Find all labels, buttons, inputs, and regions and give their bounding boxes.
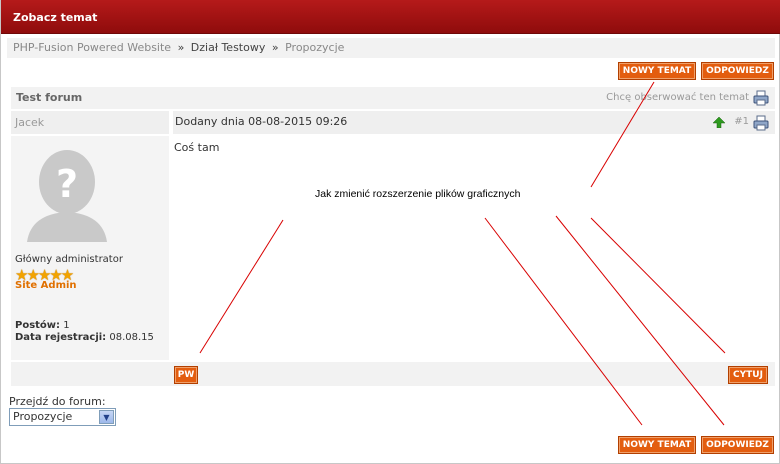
user-role: Site Admin (15, 280, 77, 291)
user-info-panel: ? Główny administrator ★★★★★ Site Admin … (11, 136, 169, 360)
reply-button-bottom[interactable]: ODPOWIEDZ (701, 436, 774, 454)
jump-selected-value: Propozycje (13, 410, 73, 423)
post-date: Dodany dnia 08-08-2015 09:26 (175, 115, 348, 128)
watch-topic-link[interactable]: Chcę obserwować ten temat (606, 92, 749, 103)
post-author[interactable]: Jacek (15, 116, 44, 129)
breadcrumb-forum[interactable]: Propozycje (285, 41, 344, 54)
join-date-label: Data rejestracji: (15, 332, 107, 343)
join-date: Data rejestracji: 08.08.15 (15, 332, 154, 343)
printer-icon[interactable] (753, 90, 769, 109)
jump-to-forum-label: Przejdź do forum: (9, 395, 106, 408)
post-count-value: 1 (63, 320, 70, 331)
new-topic-button-top[interactable]: NOWY TEMAT (618, 62, 696, 80)
svg-text:?: ? (56, 162, 78, 206)
user-rank: Główny administrator (15, 254, 123, 265)
private-message-button[interactable]: PW (174, 366, 198, 384)
quote-button[interactable]: CYTUJ (728, 366, 768, 384)
page-title: Zobacz temat (13, 11, 98, 24)
post-body: Coś tam (171, 136, 775, 360)
post-footer (11, 362, 775, 386)
post-content: Coś tam (174, 141, 220, 154)
annotation-text: Jak zmienić rozszerzenie plików graficzn… (315, 188, 521, 200)
post-count-label: Postów: (15, 320, 61, 331)
arrow-up-icon[interactable] (712, 116, 726, 131)
breadcrumb-section[interactable]: Dział Testowy (191, 41, 266, 54)
forum-header: Test forum Chcę obserwować ten temat (11, 87, 775, 109)
column-divider (169, 111, 173, 134)
title-bar: Zobacz temat (1, 0, 780, 34)
post-header: Jacek Dodany dnia 08-08-2015 09:26 #1 (11, 111, 775, 134)
avatar-placeholder-icon: ? (17, 142, 117, 242)
breadcrumb-site[interactable]: PHP-Fusion Powered Website (13, 41, 171, 54)
reply-button-top[interactable]: ODPOWIEDZ (701, 62, 774, 80)
join-date-value: 08.08.15 (109, 332, 154, 343)
jump-to-forum-select[interactable]: Propozycje ▼ (9, 408, 116, 426)
breadcrumb-separator: » (271, 41, 279, 54)
chevron-down-icon[interactable]: ▼ (99, 410, 114, 424)
breadcrumb: PHP-Fusion Powered Website » Dział Testo… (7, 38, 775, 58)
post-number[interactable]: #1 (734, 116, 749, 127)
forum-name: Test forum (16, 91, 83, 104)
new-topic-button-bottom[interactable]: NOWY TEMAT (618, 436, 696, 454)
printer-icon[interactable] (753, 115, 769, 134)
post-count: Postów: 1 (15, 320, 70, 331)
page-frame: Zobacz temat PHP-Fusion Powered Website … (0, 0, 780, 464)
breadcrumb-separator: » (177, 41, 185, 54)
